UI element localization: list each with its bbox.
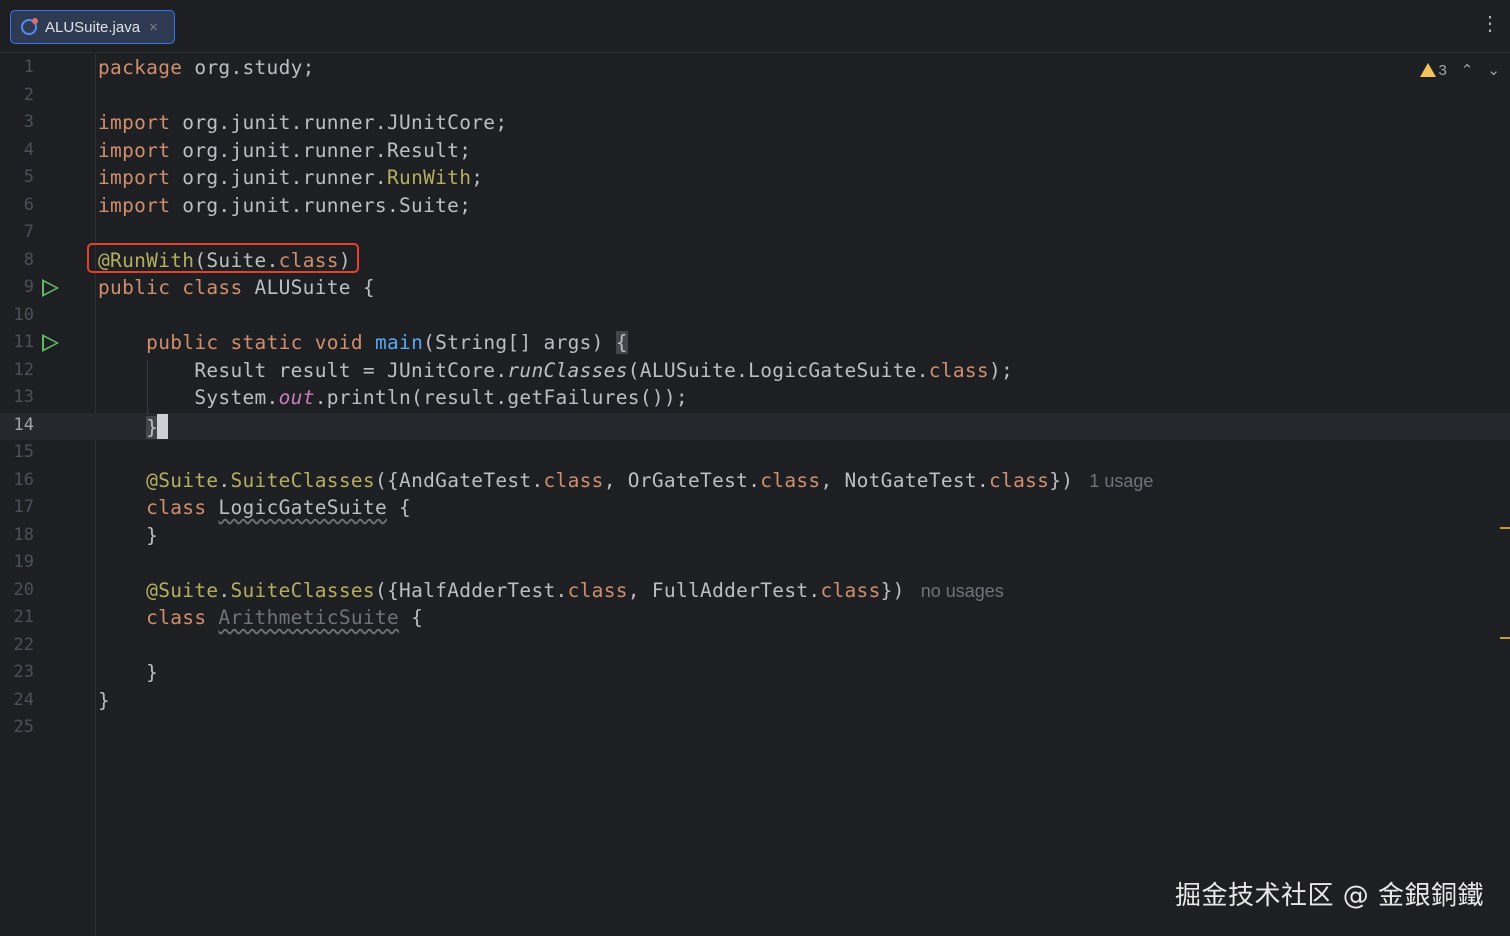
line-number[interactable]: 3	[0, 112, 34, 132]
run-gutter-icon[interactable]	[42, 279, 59, 297]
line-number[interactable]: 25	[0, 717, 34, 737]
inspection-widget[interactable]: 3 ⌃ ⌄	[1419, 61, 1500, 79]
code-line[interactable]: 15	[0, 440, 1510, 467]
warning-count: 3	[1438, 61, 1447, 79]
line-number[interactable]: 15	[0, 442, 34, 462]
line-number[interactable]: 12	[0, 360, 34, 380]
code-line[interactable]: 6 import org.junit.runners.Suite;	[0, 193, 1510, 220]
line-number[interactable]: 24	[0, 690, 34, 710]
code-text: public class ALUSuite {	[98, 276, 375, 299]
java-class-icon	[21, 18, 38, 35]
code-line[interactable]: 18 }	[0, 523, 1510, 550]
close-icon[interactable]: ×	[149, 19, 158, 36]
code-text: import org.junit.runner.JUnitCore;	[98, 111, 508, 134]
line-number[interactable]: 16	[0, 470, 34, 490]
warning-icon	[1419, 63, 1436, 77]
tab-alusuite-java[interactable]: ALUSuite.java ×	[10, 10, 175, 44]
code-text: }	[98, 661, 159, 684]
code-text: import org.junit.runner.Result;	[98, 138, 472, 162]
line-number[interactable]: 11	[0, 332, 34, 352]
line-number[interactable]: 22	[0, 635, 34, 655]
code-line[interactable]: 21 class ArithmeticSuite {	[0, 605, 1510, 632]
warning-stripe[interactable]	[1500, 637, 1510, 639]
highlight-box	[87, 243, 359, 273]
code-line[interactable]: 11 public static void main(String[] args…	[0, 330, 1510, 357]
editor-tab-bar: ALUSuite.java × ⋮	[0, 0, 1510, 53]
code-line[interactable]: 13 System.out.println(result.getFailures…	[0, 385, 1510, 412]
line-number[interactable]: 5	[0, 167, 34, 187]
code-text: }	[98, 413, 169, 439]
code-line[interactable]: 25	[0, 715, 1510, 742]
indent-guide	[147, 360, 148, 414]
watermark: 掘金技术社区 @ 金銀銅鐵	[1174, 881, 1484, 911]
line-number[interactable]: 20	[0, 580, 34, 600]
code-line[interactable]: 16 @Suite.SuiteClasses({AndGateTest.clas…	[0, 468, 1510, 495]
code-text: import org.junit.runner.RunWith;	[98, 166, 484, 189]
line-number[interactable]: 7	[0, 222, 34, 242]
code-line[interactable]: 23 }	[0, 660, 1510, 687]
code-line[interactable]: 22	[0, 633, 1510, 660]
code-line[interactable]: 24}	[0, 688, 1510, 715]
code-line[interactable]: 9 public class ALUSuite {	[0, 275, 1510, 302]
line-number[interactable]: 10	[0, 305, 34, 325]
line-number[interactable]: 8	[0, 250, 34, 270]
code-line[interactable]: 2	[0, 83, 1510, 110]
chevron-up-icon[interactable]: ⌃	[1461, 61, 1474, 79]
tab-title: ALUSuite.java	[45, 18, 141, 36]
code-line[interactable]: 12 Result result = JUnitCore.runClasses(…	[0, 358, 1510, 385]
code-line[interactable]: 4 import org.junit.runner.Result;	[0, 138, 1510, 165]
line-number[interactable]: 17	[0, 497, 34, 517]
code-line[interactable]: 20 @Suite.SuiteClasses({HalfAdderTest.cl…	[0, 578, 1510, 605]
line-number[interactable]: 6	[0, 195, 34, 215]
code-text: System.out.println(result.getFailures())…	[98, 386, 688, 409]
warning-stripe[interactable]	[1500, 527, 1510, 529]
warning-indicator[interactable]: 3	[1419, 61, 1447, 79]
code-text: }	[98, 523, 159, 547]
more-options-icon[interactable]: ⋮	[1480, 14, 1500, 34]
code-text: }	[98, 688, 111, 712]
line-number[interactable]: 18	[0, 525, 34, 545]
line-number[interactable]: 19	[0, 552, 34, 572]
code-text: @Suite.SuiteClasses({HalfAdderTest.class…	[146, 578, 1004, 602]
code-text: Result result = JUnitCore.runClasses(ALU…	[98, 358, 1014, 382]
code-editor[interactable]: 1 package org.study; 2 3 import org.junit.ru…	[0, 53, 1510, 936]
line-number[interactable]: 23	[0, 662, 34, 682]
line-number[interactable]: 4	[0, 140, 34, 160]
code-line[interactable]: 10	[0, 303, 1510, 330]
code-text: public static void main(String[] args) {	[146, 331, 628, 354]
line-number[interactable]: 9	[0, 277, 34, 297]
code-line[interactable]: 1 package org.study;	[0, 55, 1510, 82]
code-text: class LogicGateSuite {	[146, 496, 412, 519]
line-number[interactable]: 14	[0, 415, 34, 435]
code-line[interactable]: 3 import org.junit.runner.JUnitCore;	[0, 110, 1510, 137]
code-text: import org.junit.runners.Suite;	[98, 193, 472, 217]
line-number[interactable]: 21	[0, 607, 34, 627]
run-gutter-icon[interactable]	[42, 334, 59, 352]
chevron-down-icon[interactable]: ⌄	[1487, 61, 1500, 79]
code-line[interactable]: 17 class LogicGateSuite {	[0, 495, 1510, 522]
code-line[interactable]: 14 }	[0, 412, 1510, 440]
code-line[interactable]: 5 import org.junit.runner.RunWith;	[0, 165, 1510, 192]
code-text: class ArithmeticSuite {	[146, 606, 424, 629]
code-text: package org.study;	[98, 56, 315, 79]
line-number[interactable]: 13	[0, 387, 34, 407]
code-text: @Suite.SuiteClasses({AndGateTest.class, …	[146, 468, 1154, 492]
line-number[interactable]: 2	[0, 85, 34, 105]
code-line[interactable]: 19	[0, 550, 1510, 577]
line-number[interactable]: 1	[0, 57, 34, 77]
